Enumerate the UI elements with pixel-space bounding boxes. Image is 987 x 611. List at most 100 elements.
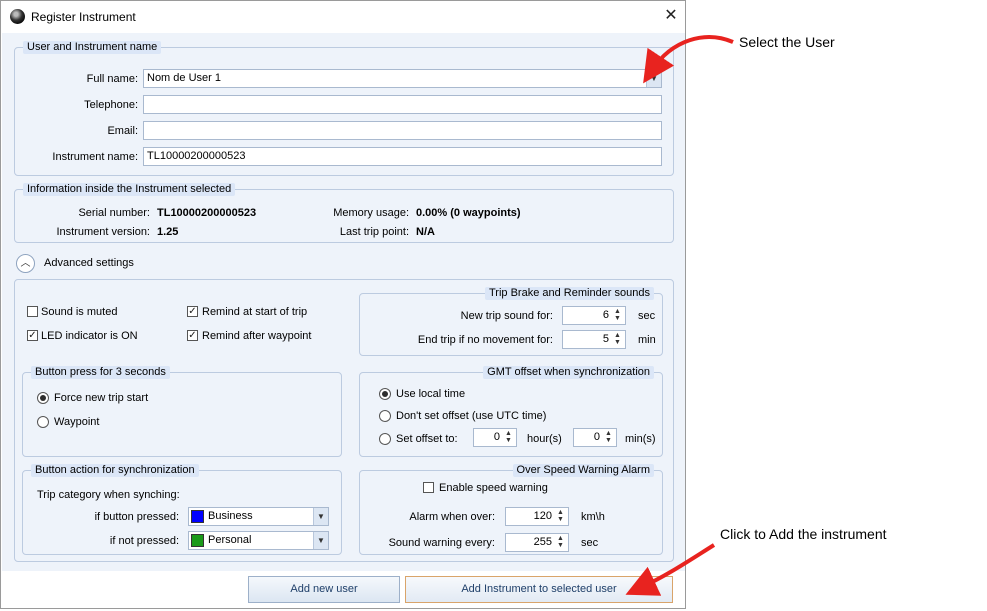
waypoint-label: Waypoint: [54, 416, 100, 428]
full-name-value: Nom de User 1: [147, 72, 221, 84]
full-name-dropdown-icon[interactable]: ▼: [646, 70, 661, 87]
new-trip-sound-unit: sec: [638, 310, 656, 322]
add-new-user-button[interactable]: Add new user: [248, 576, 400, 603]
use-local-time-radio[interactable]: [379, 388, 391, 400]
serial-number-value: TL10000200000523: [157, 207, 257, 219]
serial-number-label: Serial number:: [78, 207, 150, 219]
overspeed-group: Over Speed Warning Alarm Enable speed wa…: [359, 464, 663, 555]
use-utc-label: Don't set offset (use UTC time): [396, 410, 547, 422]
user-instrument-group: User and Instrument name Full name: Nom …: [14, 41, 674, 176]
alarm-speed-spinner[interactable]: 120 ▲ ▼: [505, 507, 569, 526]
gmt-offset-group-title: GMT offset when synchronization: [483, 366, 654, 379]
end-trip-value: 5: [602, 333, 609, 345]
chevron-down-icon[interactable]: ▼: [313, 508, 328, 525]
gmt-offset-group: GMT offset when synchronization Use loca…: [359, 366, 663, 457]
not-pressed-category-value: Personal: [208, 534, 252, 546]
instrument-info-group-title: Information inside the Instrument select…: [23, 183, 236, 196]
advanced-settings-panel: Sound is muted ✓ LED indicator is ON ✓ R…: [14, 279, 674, 562]
spinner-arrows-icon[interactable]: ▲ ▼: [612, 332, 623, 347]
button-pressed-category-value: Business: [208, 510, 253, 522]
instrument-info-group: Information inside the Instrument select…: [14, 183, 674, 243]
spinner-arrows-icon[interactable]: ▲ ▼: [603, 430, 614, 445]
chevron-down-icon[interactable]: ▼: [313, 532, 328, 549]
spinner-arrows-icon[interactable]: ▲ ▼: [612, 308, 623, 323]
trip-sounds-group: Trip Brake and Reminder sounds New trip …: [359, 287, 663, 356]
if-button-pressed-label: if button pressed:: [94, 511, 179, 523]
remind-start-label: Remind at start of trip: [202, 306, 308, 318]
sync-action-group: Button action for synchronization Trip c…: [22, 464, 342, 555]
add-instrument-button[interactable]: Add Instrument to selected user: [405, 576, 673, 603]
business-color-swatch: [191, 510, 204, 523]
use-local-time-label: Use local time: [396, 388, 466, 400]
trip-sounds-group-title: Trip Brake and Reminder sounds: [484, 287, 654, 300]
instrument-name-label: Instrument name:: [52, 151, 138, 163]
full-name-label: Full name:: [86, 73, 138, 85]
button-press-group: Button press for 3 seconds Force new tri…: [22, 366, 342, 457]
offset-mins-spinner[interactable]: 0 ▲ ▼: [573, 428, 617, 447]
led-indicator-checkbox[interactable]: ✓: [27, 330, 38, 341]
full-name-combo[interactable]: Nom de User 1 ▼: [143, 69, 662, 88]
enable-speed-warning-label: Enable speed warning: [439, 482, 548, 494]
end-trip-unit: min: [638, 334, 656, 346]
end-trip-spinner[interactable]: 5 ▲ ▼: [562, 330, 626, 349]
if-not-pressed-label: if not pressed:: [109, 535, 179, 547]
window-title: Register Instrument: [31, 10, 136, 24]
end-trip-label: End trip if no movement for:: [417, 334, 553, 346]
sound-muted-label: Sound is muted: [41, 306, 118, 318]
offset-hours-unit: hour(s): [527, 433, 562, 445]
spinner-arrows-icon[interactable]: ▲ ▼: [555, 509, 566, 524]
user-instrument-group-title: User and Instrument name: [23, 41, 162, 54]
advanced-settings-label[interactable]: Advanced settings: [44, 257, 134, 269]
alarm-speed-unit: km\h: [581, 511, 605, 523]
select-user-callout: Select the User: [739, 34, 835, 50]
alarm-when-over-label: Alarm when over:: [409, 511, 495, 523]
remind-waypoint-label: Remind after waypoint: [202, 330, 312, 342]
spinner-arrows-icon[interactable]: ▲ ▼: [503, 430, 514, 445]
offset-hours-value: 0: [493, 431, 500, 443]
set-offset-label: Set offset to:: [396, 433, 458, 445]
register-instrument-window: Register Instrument ✕ User and Instrumen…: [0, 0, 686, 609]
close-icon[interactable]: ✕: [661, 6, 681, 26]
force-new-trip-label: Force new trip start: [54, 392, 149, 404]
waypoint-radio[interactable]: [37, 416, 49, 428]
title-bar: Register Instrument ✕: [1, 1, 685, 33]
remind-start-checkbox[interactable]: ✓: [187, 306, 198, 317]
offset-hours-spinner[interactable]: 0 ▲ ▼: [473, 428, 517, 447]
telephone-input[interactable]: [143, 95, 662, 114]
instrument-version-label: Instrument version:: [56, 226, 150, 238]
sync-action-group-title: Button action for synchronization: [31, 464, 199, 477]
memory-usage-label: Memory usage:: [333, 207, 409, 219]
personal-color-swatch: [191, 534, 204, 547]
offset-mins-unit: min(s): [625, 433, 656, 445]
new-trip-sound-value: 6: [602, 309, 609, 321]
dialog-footer: Add new user Add Instrument to selected …: [2, 571, 685, 608]
offset-mins-value: 0: [593, 431, 600, 443]
last-trip-point-value: N/A: [416, 226, 435, 238]
remind-waypoint-checkbox[interactable]: ✓: [187, 330, 198, 341]
sound-warning-spinner[interactable]: 255 ▲ ▼: [505, 533, 569, 552]
alarm-speed-value: 120: [533, 510, 552, 522]
use-utc-radio[interactable]: [379, 410, 391, 422]
force-new-trip-radio[interactable]: [37, 392, 49, 404]
new-trip-sound-spinner[interactable]: 6 ▲ ▼: [562, 306, 626, 325]
new-trip-sound-label: New trip sound for:: [460, 310, 553, 322]
not-pressed-category-select[interactable]: Personal ▼: [188, 531, 329, 550]
overspeed-group-title: Over Speed Warning Alarm: [512, 464, 654, 477]
button-press-group-title: Button press for 3 seconds: [31, 366, 170, 379]
add-instrument-callout: Click to Add the instrument: [720, 526, 887, 542]
sound-warning-unit: sec: [581, 537, 599, 549]
app-icon: [10, 9, 25, 24]
instrument-name-input[interactable]: TL10000200000523: [143, 147, 662, 166]
last-trip-point-label: Last trip point:: [339, 226, 409, 238]
button-pressed-category-select[interactable]: Business ▼: [188, 507, 329, 526]
email-input[interactable]: [143, 121, 662, 140]
memory-usage-value: 0.00% (0 waypoints): [416, 207, 521, 219]
collapse-chevron-icon[interactable]: ︿: [16, 254, 35, 273]
sound-muted-checkbox[interactable]: [27, 306, 38, 317]
trip-category-label: Trip category when synching:: [37, 489, 180, 501]
led-indicator-label: LED indicator is ON: [41, 330, 138, 342]
set-offset-radio[interactable]: [379, 433, 391, 445]
enable-speed-warning-checkbox[interactable]: [423, 482, 434, 493]
spinner-arrows-icon[interactable]: ▲ ▼: [555, 535, 566, 550]
instrument-version-value: 1.25: [157, 226, 179, 238]
